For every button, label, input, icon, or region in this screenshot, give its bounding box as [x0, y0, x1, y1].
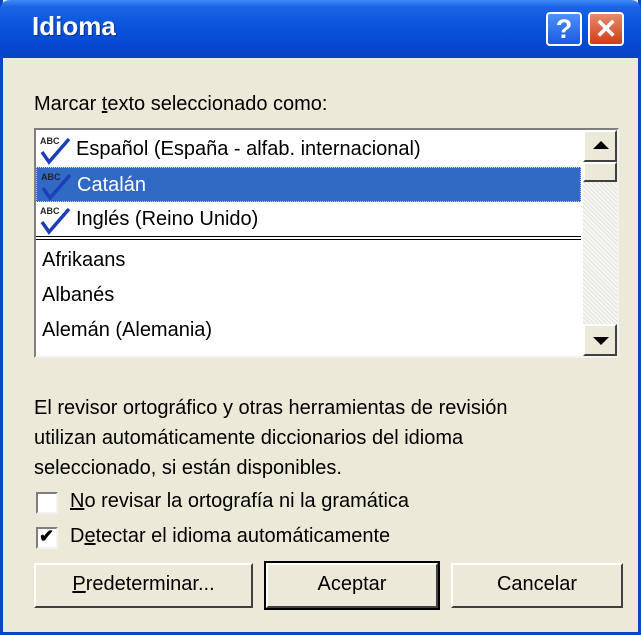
help-button[interactable]: ? [546, 12, 582, 46]
language-item[interactable]: ABC Inglés (Reino Unido) [36, 202, 581, 237]
language-item-label: Catalán [77, 174, 146, 196]
language-item[interactable]: Alemán (Alemania) [36, 313, 581, 348]
no-check-spelling-label[interactable]: No revisar la ortografía ni la gramática [70, 490, 409, 513]
language-item-selected[interactable]: ABC Catalán [36, 167, 581, 202]
arrow-up-icon [593, 141, 609, 149]
language-dialog: Idioma ? ✕ Marcar texto seleccionado com… [0, 0, 641, 635]
spellcheck-abc-icon: ABC [40, 206, 71, 235]
set-default-button[interactable]: Predeterminar... [34, 563, 253, 608]
scroll-thumb[interactable] [583, 162, 617, 182]
language-item[interactable]: ABC Español (España - alfab. internacion… [36, 132, 581, 167]
spellcheck-abc-icon: ABC [41, 172, 72, 201]
info-text-line-2: utilizan automáticamente diccionarios de… [34, 427, 464, 449]
scroll-up-button[interactable] [583, 130, 617, 162]
scroll-down-button[interactable] [583, 324, 617, 356]
language-item[interactable]: Albanés [36, 278, 581, 313]
arrow-down-icon [593, 337, 609, 345]
svg-text:ABC: ABC [40, 206, 60, 216]
dialog-title: Idioma [32, 11, 116, 41]
ok-button[interactable]: Aceptar [264, 561, 440, 610]
language-listbox[interactable]: ABC Español (España - alfab. internacion… [34, 128, 619, 358]
language-list-label: Marcar texto seleccionado como: [34, 93, 328, 115]
checkmark-icon: ✔ [39, 526, 55, 546]
svg-text:ABC: ABC [40, 136, 60, 146]
info-text-line-1: El revisor ortográfico y otras herramien… [34, 397, 508, 419]
detect-language-checkbox[interactable]: ✔ [36, 526, 58, 549]
no-check-spelling-checkbox[interactable] [36, 492, 58, 514]
spellcheck-abc-icon: ABC [40, 136, 71, 165]
close-button[interactable]: ✕ [588, 12, 624, 46]
info-text-line-3: seleccionado, si están disponibles. [34, 457, 342, 479]
title-bar[interactable]: Idioma ? ✕ [0, 0, 641, 58]
language-item-label: Afrikaans [42, 249, 126, 271]
language-item-label: Albanés [42, 284, 115, 306]
detect-language-label[interactable]: Detectar el idioma automáticamente [70, 525, 390, 548]
vertical-scrollbar[interactable] [583, 130, 617, 356]
language-item-label: Español (España - alfab. internacional) [76, 138, 421, 160]
language-item[interactable]: Afrikaans [36, 243, 581, 278]
language-item-label: Alemán (Alemania) [42, 319, 213, 341]
language-item-label: Inglés (Reino Unido) [76, 208, 259, 230]
recent-languages-divider [36, 236, 581, 240]
cancel-button[interactable]: Cancelar [451, 563, 623, 608]
svg-text:ABC: ABC [41, 172, 61, 182]
